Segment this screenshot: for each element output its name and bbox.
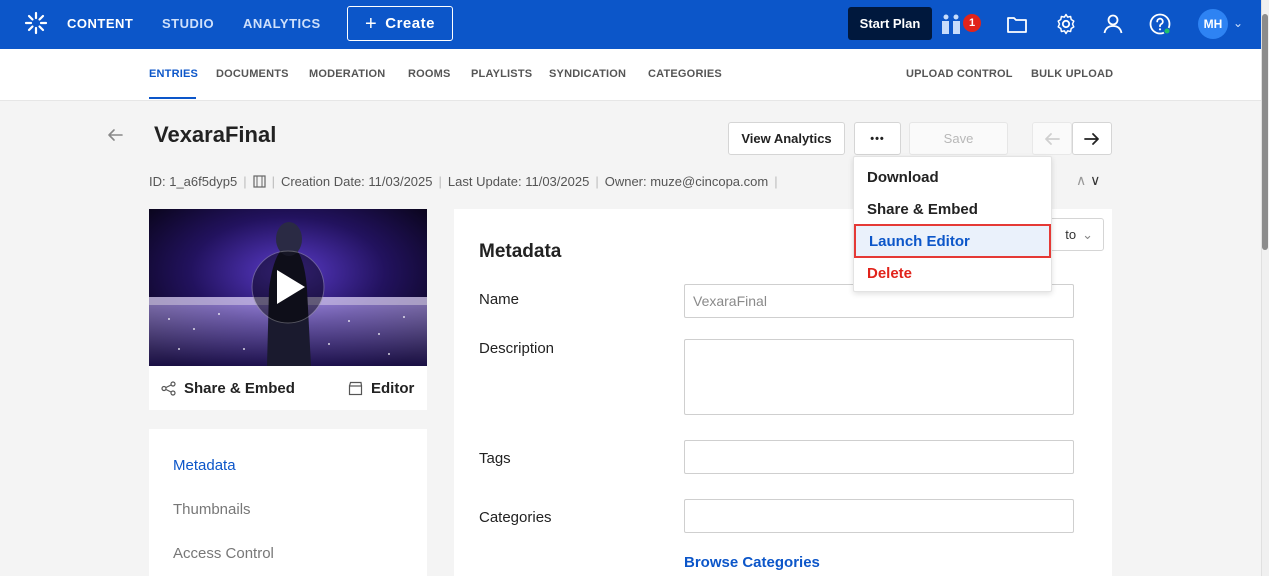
create-label: Create [385,15,435,32]
arrow-right-icon [1084,132,1099,145]
more-actions-menu: Download Share & Embed Launch Editor Del… [853,156,1052,292]
tags-field[interactable] [684,440,1074,474]
thumbnail-image [149,209,427,366]
tab-moderation[interactable]: MODERATION [309,68,385,80]
categories-field[interactable] [684,499,1074,533]
menu-item-launch-editor[interactable]: Launch Editor [854,224,1051,258]
help-icon[interactable] [1148,12,1172,36]
section-title: Metadata [479,241,562,262]
plus-icon: + [365,12,378,35]
share-icon [161,381,176,396]
page-title: VexaraFinal [154,122,277,147]
save-button[interactable]: Save [909,122,1008,155]
tab-upload-control[interactable]: UPLOAD CONTROL [906,68,1013,80]
back-arrow-icon[interactable] [106,126,124,144]
section-thumbnails[interactable]: Thumbnails [173,501,251,518]
page-scrollbar[interactable] [1261,0,1269,576]
chevron-down-icon[interactable]: ⌄ [1233,16,1243,30]
tab-playlists[interactable]: PLAYLISTS [471,68,532,80]
description-label: Description [479,340,555,357]
browse-categories-link[interactable]: Browse Categories [684,554,820,571]
notification-badge: 1 [963,14,981,32]
tags-label: Tags [479,450,511,467]
gift-icon[interactable] [939,12,963,36]
clapperboard-icon [348,381,363,396]
next-entry-button[interactable] [1072,122,1112,155]
chevron-down-icon[interactable]: ∨ [1090,172,1100,188]
chevron-down-icon: ⌄ [1082,226,1093,242]
menu-item-delete[interactable]: Delete [854,257,1051,289]
video-thumbnail[interactable] [149,209,427,366]
section-metadata[interactable]: Metadata [173,457,236,474]
share-embed-link[interactable]: Share & Embed [161,380,295,397]
nav-studio[interactable]: STUDIO [162,16,214,31]
avatar[interactable]: MH [1198,9,1228,39]
entry-id: ID: 1_a6f5dyp5 [149,174,238,189]
previous-entry-button[interactable] [1032,122,1072,155]
menu-item-share-embed[interactable]: Share & Embed [854,193,1051,225]
editor-label: Editor [371,380,415,397]
tab-documents[interactable]: DOCUMENTS [216,68,289,80]
categories-label: Categories [479,509,552,526]
last-update: Last Update: 11/03/2025 [447,174,590,189]
active-tab-indicator [149,97,196,99]
tab-bulk-upload[interactable]: BULK UPLOAD [1031,68,1113,80]
user-icon[interactable] [1101,12,1125,36]
entry-sections-nav: Metadata Thumbnails Access Control [149,429,427,576]
arrow-left-icon [1045,132,1060,145]
folder-icon[interactable] [1005,12,1029,36]
more-actions-button[interactable]: ••• [854,122,901,155]
share-embed-label: Share & Embed [184,380,295,397]
menu-item-download[interactable]: Download [854,161,1051,193]
sub-navigation: ENTRIES DOCUMENTS MODERATION ROOMS PLAYL… [0,49,1262,101]
jump-to-label: to [1065,227,1077,242]
tab-categories[interactable]: CATEGORIES [648,68,722,80]
thumbnail-actions: Share & Embed Editor [149,366,427,410]
top-bar: CONTENT STUDIO ANALYTICS + Create Start … [0,0,1269,49]
owner: Owner: muze@cincopa.com [604,174,769,189]
entry-meta: ID: 1_a6f5dyp5 | | Creation Date: 11/03/… [149,174,778,189]
section-access-control[interactable]: Access Control [173,545,274,562]
tab-rooms[interactable]: ROOMS [408,68,451,80]
scrollbar-thumb[interactable] [1262,14,1268,250]
kaltura-logo-icon[interactable] [24,11,48,35]
nav-content[interactable]: CONTENT [67,16,133,31]
collapse-toggle[interactable]: ∧ ∨ [1076,172,1100,189]
editor-link[interactable]: Editor [348,380,414,397]
view-analytics-button[interactable]: View Analytics [728,122,845,155]
film-icon [252,175,266,188]
tab-syndication[interactable]: SYNDICATION [549,68,626,80]
creation-date: Creation Date: 11/03/2025 [280,174,433,189]
gear-icon[interactable] [1054,12,1078,36]
start-plan-button[interactable]: Start Plan [848,7,932,40]
tab-entries[interactable]: ENTRIES [149,68,198,80]
description-field[interactable] [684,339,1074,415]
name-label: Name [479,291,520,308]
chevron-up-icon[interactable]: ∧ [1076,172,1086,188]
create-button[interactable]: + Create [347,6,453,41]
nav-analytics[interactable]: ANALYTICS [243,16,321,31]
